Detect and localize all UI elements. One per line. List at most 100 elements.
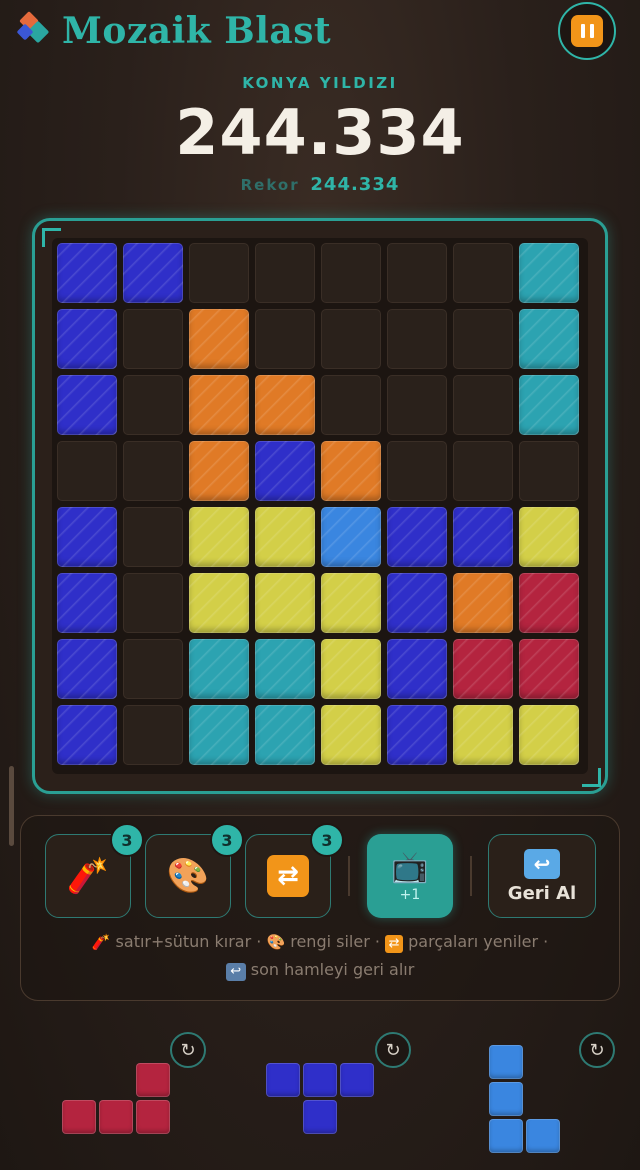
- game-title: Mozaik Blast: [62, 10, 332, 52]
- board-cell-empty[interactable]: [123, 507, 183, 567]
- record: Rekor 244.334: [0, 174, 640, 195]
- board-cell-empty[interactable]: [123, 705, 183, 765]
- board-cell-empty[interactable]: [387, 309, 447, 369]
- board-cell-filled[interactable]: [519, 375, 579, 435]
- board-cell-empty[interactable]: [123, 375, 183, 435]
- help-bomb-text: satır+sütun kırar ·: [115, 932, 262, 951]
- board-cell-filled[interactable]: [519, 309, 579, 369]
- board-cell-filled[interactable]: [453, 705, 513, 765]
- piece-block: [340, 1063, 374, 1097]
- board-cell-empty[interactable]: [123, 441, 183, 501]
- board-cell-filled[interactable]: [321, 507, 381, 567]
- rotate-piece-3-button[interactable]: ↻: [579, 1032, 615, 1068]
- board-cell-filled[interactable]: [189, 507, 249, 567]
- undo-icon: ↩: [225, 963, 246, 981]
- board-cell-filled[interactable]: [321, 705, 381, 765]
- board-cell-empty[interactable]: [57, 441, 117, 501]
- pause-icon: [571, 15, 603, 47]
- board-cell-empty[interactable]: [453, 441, 513, 501]
- board-cell-filled[interactable]: [321, 441, 381, 501]
- watch-ad-button[interactable]: 📺 +1: [367, 834, 453, 918]
- piece-block: [303, 1100, 337, 1134]
- board-cell-empty[interactable]: [519, 441, 579, 501]
- undo-button[interactable]: ↩ Geri Al: [488, 834, 596, 918]
- ad-reward-label: +1: [399, 886, 421, 903]
- board-cell-filled[interactable]: [519, 243, 579, 303]
- board-cell-empty[interactable]: [255, 243, 315, 303]
- board-cell-filled[interactable]: [57, 573, 117, 633]
- board-cell-filled[interactable]: [519, 705, 579, 765]
- divider: [470, 856, 472, 896]
- board-cell-empty[interactable]: [453, 375, 513, 435]
- board-cell-empty[interactable]: [453, 243, 513, 303]
- game-board[interactable]: [52, 238, 588, 774]
- board-cell-filled[interactable]: [321, 573, 381, 633]
- piece-block: [136, 1100, 170, 1134]
- board-cell-filled[interactable]: [189, 705, 249, 765]
- palette-icon: 🎨: [266, 933, 286, 951]
- board-cell-filled[interactable]: [387, 639, 447, 699]
- board-cell-filled[interactable]: [57, 375, 117, 435]
- board-cell-empty[interactable]: [321, 309, 381, 369]
- board-cell-filled[interactable]: [255, 507, 315, 567]
- board-cell-filled[interactable]: [255, 705, 315, 765]
- board-cell-filled[interactable]: [57, 639, 117, 699]
- scroll-indicator: [9, 766, 14, 846]
- board-cell-empty[interactable]: [255, 309, 315, 369]
- board-cell-filled[interactable]: [387, 705, 447, 765]
- board-cell-filled[interactable]: [57, 507, 117, 567]
- board-cell-empty[interactable]: [321, 243, 381, 303]
- rotate-piece-1-button[interactable]: ↻: [170, 1032, 206, 1068]
- palette-icon: 🎨: [166, 856, 210, 896]
- board-cell-filled[interactable]: [57, 309, 117, 369]
- board-cell-empty[interactable]: [123, 639, 183, 699]
- board-cell-filled[interactable]: [387, 507, 447, 567]
- board-cell-empty[interactable]: [387, 441, 447, 501]
- help-line-1: 🧨 satır+sütun kırar · 🎨 rengi siler · ⇄ …: [30, 932, 610, 953]
- board-cell-empty[interactable]: [387, 375, 447, 435]
- help-paint-text: rengi siler ·: [290, 932, 380, 951]
- board-cell-filled[interactable]: [189, 441, 249, 501]
- board-cell-filled[interactable]: [453, 639, 513, 699]
- piece-block: [62, 1100, 96, 1134]
- piece-block: [303, 1063, 337, 1097]
- firecracker-icon: 🧨: [91, 933, 111, 951]
- board-cell-empty[interactable]: [453, 309, 513, 369]
- board-cell-filled[interactable]: [321, 639, 381, 699]
- board-cell-filled[interactable]: [453, 507, 513, 567]
- board-cell-filled[interactable]: [57, 243, 117, 303]
- divider: [348, 856, 350, 896]
- help-shuffle-text: parçaları yeniler ·: [408, 932, 549, 951]
- piece-block: [489, 1045, 523, 1079]
- pause-button[interactable]: [558, 2, 616, 60]
- board-cell-filled[interactable]: [453, 573, 513, 633]
- board-cell-filled[interactable]: [189, 639, 249, 699]
- tv-icon: 📺: [391, 849, 429, 885]
- board-cell-filled[interactable]: [255, 573, 315, 633]
- board-cell-filled[interactable]: [255, 441, 315, 501]
- rotate-piece-2-button[interactable]: ↻: [375, 1032, 411, 1068]
- board-cell-filled[interactable]: [57, 705, 117, 765]
- board-cell-filled[interactable]: [255, 639, 315, 699]
- firecracker-icon: 🧨: [66, 856, 110, 896]
- piece-block: [526, 1119, 560, 1153]
- board-cell-filled[interactable]: [519, 573, 579, 633]
- board-cell-empty[interactable]: [123, 309, 183, 369]
- shuffle-icon: ⇄: [267, 855, 309, 897]
- board-cell-filled[interactable]: [189, 309, 249, 369]
- board-cell-filled[interactable]: [123, 243, 183, 303]
- board-cell-filled[interactable]: [189, 375, 249, 435]
- board-cell-filled[interactable]: [189, 573, 249, 633]
- board-cell-empty[interactable]: [123, 573, 183, 633]
- shuffle-icon: ⇄: [385, 935, 404, 953]
- board-cell-filled[interactable]: [387, 573, 447, 633]
- board-cell-empty[interactable]: [189, 243, 249, 303]
- piece-block: [489, 1082, 523, 1116]
- board-cell-empty[interactable]: [321, 375, 381, 435]
- board-cell-filled[interactable]: [255, 375, 315, 435]
- board-cell-filled[interactable]: [519, 507, 579, 567]
- piece-block: [266, 1063, 300, 1097]
- board-cell-filled[interactable]: [519, 639, 579, 699]
- help-undo-text: son hamleyi geri alır: [250, 960, 415, 979]
- board-cell-empty[interactable]: [387, 243, 447, 303]
